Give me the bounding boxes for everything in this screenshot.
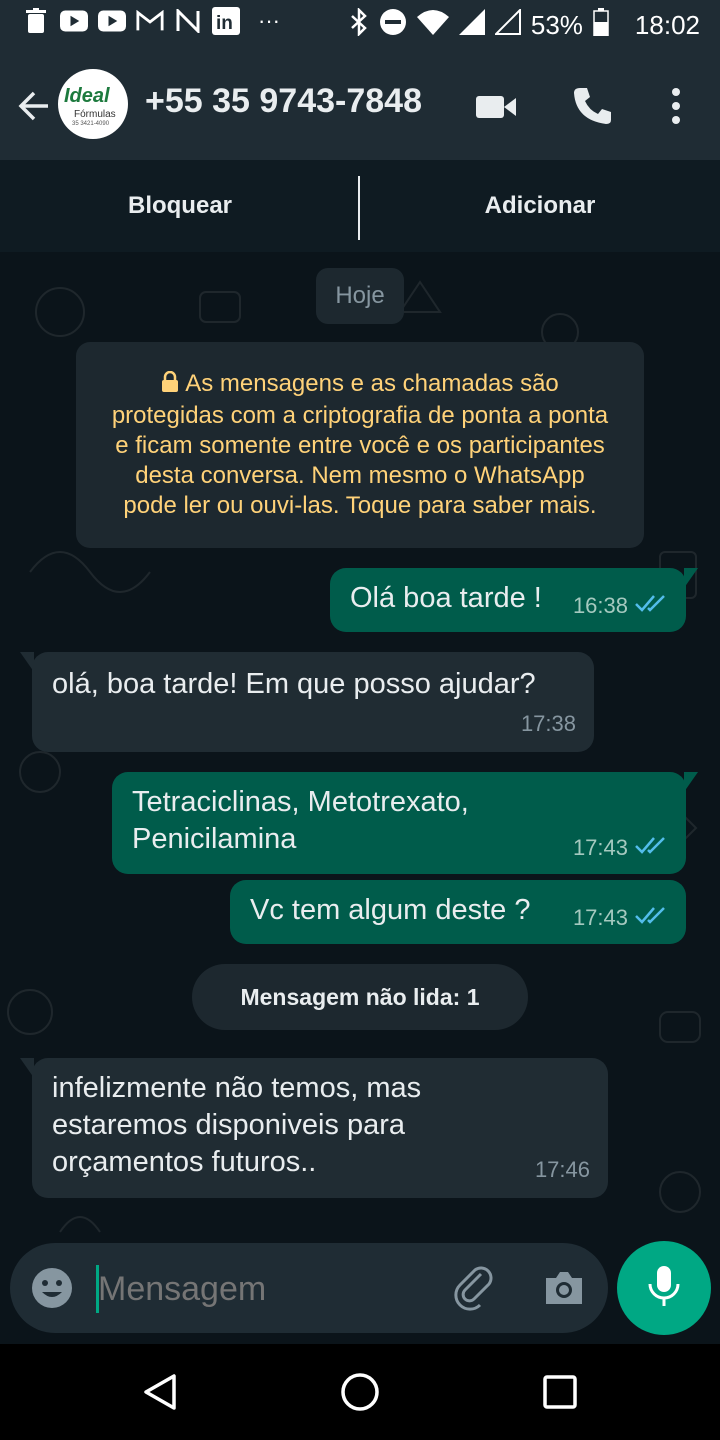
contact-name[interactable]: +55 35 9743-7848 [145,82,422,121]
svg-text:in: in [216,13,233,34]
back-arrow-icon[interactable] [14,86,54,126]
attach-icon[interactable] [454,1265,498,1316]
message-bubble-outgoing[interactable]: Olá boa tarde ! 16:38 [330,568,698,632]
avatar-brand: Ideal [64,85,110,107]
bluetooth-icon [349,6,369,43]
youtube-icon [60,8,88,34]
read-ticks-icon [634,587,668,624]
message-text: Tetraciclinas, Metotrexato, Penicilamina [132,784,469,858]
message-text: Olá boa tarde ! [350,582,542,614]
date-pill: Hoje [316,268,404,324]
message-input[interactable] [96,1261,430,1317]
nfc-icon [174,8,202,34]
recents-nav-icon[interactable] [542,1374,578,1415]
message-bubble-outgoing[interactable]: Tetraciclinas, Metotrexato, Penicilamina… [112,772,698,874]
battery-text: 53% [530,10,583,40]
message-text: olá, boa tarde! Em que posso ajudar? [52,668,536,700]
message-bubble-incoming[interactable]: olá, boa tarde! Em que posso ajudar? 17:… [20,652,594,752]
linkedin-icon: in [212,7,240,35]
signal-icon [493,7,521,42]
home-nav-icon[interactable] [340,1372,380,1417]
message-time: 17:43 [572,835,628,860]
message-bubble-incoming[interactable]: infelizmente não temos, mas estaremos di… [20,1058,608,1198]
status-bar: in ··· 53% 18:02 [0,0,720,52]
system-nav-bar [0,1344,720,1440]
message-line: Penicilamina [132,823,297,855]
voice-message-button[interactable] [617,1241,711,1335]
battery-icon [593,8,609,43]
chat-header: Ideal Fórmulas 35 3421-4090 +55 35 9743-… [0,52,720,160]
camera-icon[interactable] [542,1268,586,1313]
message-line: estaremos disponiveis para [52,1109,406,1141]
lock-icon [161,370,179,401]
message-text: Vc tem algum deste ? [250,894,531,926]
encryption-notice[interactable]: As mensagens e as chamadas são protegida… [76,342,644,548]
phone-icon[interactable] [570,84,614,128]
trash-icon [22,8,50,34]
emoji-icon[interactable] [30,1266,74,1315]
unread-divider: Mensagem não lida: 1 [192,964,528,1030]
signal-icon [458,9,485,42]
message-time: 17:38 [520,711,576,736]
message-bubble-outgoing[interactable]: Vc tem algum deste ? 17:43 [230,880,686,944]
block-button[interactable]: Bloquear [0,160,360,252]
more-vert-icon[interactable] [654,84,698,128]
message-line: Tetraciclinas, Metotrexato, [132,786,469,818]
add-contact-button[interactable]: Adicionar [360,160,720,252]
message-composer[interactable] [10,1243,608,1333]
chat-area[interactable]: Hoje As mensagens e as chamadas são prot… [0,252,720,1344]
clock: 18:02 [634,10,700,40]
unknown-contact-actions: Bloquear Adicionar [0,160,720,253]
youtube-icon [98,8,126,34]
avatar[interactable]: Ideal Fórmulas 35 3421-4090 [58,69,128,139]
mic-icon [644,1264,684,1313]
encryption-text: As mensagens e as chamadas são protegida… [111,370,609,519]
message-line: orçamentos futuros.. [52,1146,317,1178]
read-ticks-icon [634,829,668,866]
video-call-icon[interactable] [474,84,518,128]
message-time: 16:38 [572,593,628,618]
message-text: infelizmente não temos, mas estaremos di… [52,1070,421,1181]
overflow-dots: ··· [258,8,280,33]
message-time: 17:46 [534,1157,590,1182]
avatar-phone: 35 3421-4090 [72,121,110,127]
message-time: 17:43 [572,905,628,930]
wifi-icon [416,9,449,42]
back-nav-icon[interactable] [140,1372,180,1417]
dnd-icon [379,8,407,43]
read-ticks-icon [634,899,668,936]
message-line: infelizmente não temos, mas [52,1072,422,1104]
gmail-icon [136,8,164,34]
avatar-sub: Fórmulas [74,109,116,120]
